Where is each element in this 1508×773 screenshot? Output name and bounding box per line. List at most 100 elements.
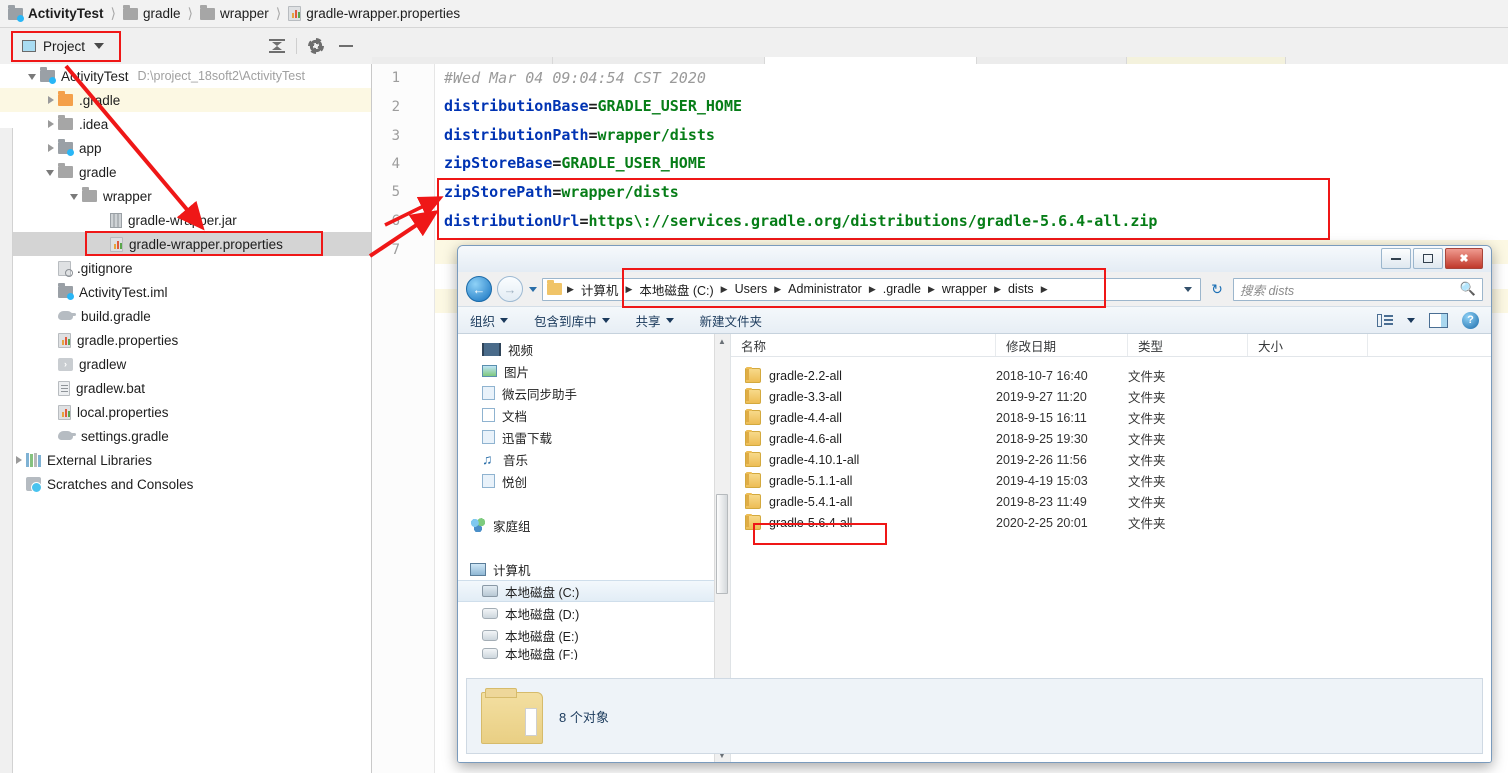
nav-label: 计算机 bbox=[493, 563, 531, 578]
chevron-right-icon[interactable] bbox=[44, 141, 58, 155]
tree-row-settings-gradle[interactable]: settings.gradle bbox=[0, 424, 371, 448]
organize-menu[interactable]: 组织 bbox=[470, 311, 509, 330]
screenshot-root: ActivityTest ⟩ gradle ⟩ wrapper ⟩ gradle… bbox=[0, 0, 1508, 773]
tree-row-gitignore[interactable]: .gitignore bbox=[0, 256, 371, 280]
properties-icon bbox=[288, 6, 302, 21]
forward-button[interactable]: → bbox=[497, 276, 523, 302]
nav-item-weiyun[interactable]: 微云同步助手 bbox=[458, 382, 730, 404]
tree-row-gradle[interactable]: gradle bbox=[0, 160, 371, 184]
breadcrumb-item-wrapper[interactable]: wrapper bbox=[198, 4, 271, 21]
maximize-button[interactable] bbox=[1413, 248, 1443, 269]
nav-item-drive-e[interactable]: 本地磁盘 (E:) bbox=[458, 624, 730, 646]
nav-item-homegroup[interactable]: 家庭组 bbox=[458, 514, 730, 536]
column-header-name[interactable]: 名称 bbox=[731, 334, 996, 356]
include-label: 包含到库中 bbox=[534, 314, 597, 329]
address-crumb-c-drive[interactable]: 本地磁盘 (C:) bbox=[637, 280, 715, 299]
address-crumb-dists[interactable]: dists bbox=[1006, 282, 1036, 296]
tree-row-gradle-wrapper-properties[interactable]: gradle-wrapper.properties bbox=[0, 232, 371, 256]
share-menu[interactable]: 共享 bbox=[636, 311, 674, 330]
chevron-right-icon[interactable] bbox=[12, 453, 26, 467]
nav-item-documents[interactable]: 文档 bbox=[458, 404, 730, 426]
breadcrumb-item-gradle[interactable]: gradle bbox=[121, 4, 183, 21]
tree-row-gradle-wrapper-jar[interactable]: gradle-wrapper.jar bbox=[0, 208, 371, 232]
tree-row-wrapper[interactable]: wrapper bbox=[0, 184, 371, 208]
chevron-down-icon[interactable] bbox=[68, 189, 82, 203]
file-row-gradle-5-6-4[interactable]: gradle-5.6.4-all 2020-2-25 20:01 文件夹 bbox=[731, 512, 1491, 533]
view-list-icon[interactable] bbox=[1377, 313, 1393, 327]
chevron-down-icon[interactable] bbox=[44, 165, 58, 179]
file-row-gradle-2-2[interactable]: gradle-2.2-all 2018-10-7 16:40 文件夹 bbox=[731, 365, 1491, 386]
scrollbar-thumb[interactable] bbox=[716, 494, 728, 594]
address-crumb-wrapper[interactable]: wrapper bbox=[940, 282, 989, 296]
preview-pane-icon[interactable] bbox=[1429, 312, 1448, 328]
address-bar[interactable]: ▶ 计算机 ▶ 本地磁盘 (C:) ▶ Users ▶ Administrato… bbox=[542, 277, 1201, 301]
include-in-library-menu[interactable]: 包含到库中 bbox=[534, 311, 610, 330]
file-row-gradle-3-3[interactable]: gradle-3.3-all 2019-9-27 11:20 文件夹 bbox=[731, 386, 1491, 407]
tree-row-external-libraries[interactable]: External Libraries bbox=[0, 448, 371, 472]
help-icon[interactable]: ? bbox=[1462, 311, 1479, 329]
file-row-gradle-5-4-1[interactable]: gradle-5.4.1-all 2019-8-23 11:49 文件夹 bbox=[731, 491, 1491, 512]
file-explorer-window[interactable]: ✖ ← → ▶ 计算机 ▶ 本地磁盘 (C:) ▶ Users ▶ Admini… bbox=[457, 245, 1492, 763]
tree-row-gradlew-bat[interactable]: gradlew.bat bbox=[0, 376, 371, 400]
refresh-button[interactable]: ↻ bbox=[1206, 278, 1228, 301]
nav-item-computer[interactable]: 计算机 bbox=[458, 558, 730, 580]
nav-item-drive-c[interactable]: 本地磁盘 (C:) bbox=[458, 580, 730, 602]
tree-row-build-gradle[interactable]: build.gradle bbox=[0, 304, 371, 328]
file-row-gradle-4-4[interactable]: gradle-4.4-all 2018-9-15 16:11 文件夹 bbox=[731, 407, 1491, 428]
file-row-gradle-4-10-1[interactable]: gradle-4.10.1-all 2019-2-26 11:56 文件夹 bbox=[731, 449, 1491, 470]
chevron-right-icon[interactable] bbox=[44, 93, 58, 107]
address-crumb-computer[interactable]: 计算机 bbox=[579, 280, 621, 299]
tree-row-gradle-properties[interactable]: gradle.properties bbox=[0, 328, 371, 352]
address-crumb-dotgradle[interactable]: .gradle bbox=[881, 282, 923, 296]
chevron-down-icon[interactable] bbox=[1407, 317, 1415, 323]
scroll-up-icon[interactable]: ▲ bbox=[716, 335, 728, 347]
file-modified: 2019-2-26 11:56 bbox=[996, 452, 1087, 467]
nav-item-thunder[interactable]: 迅雷下载 bbox=[458, 426, 730, 448]
new-folder-button[interactable]: 新建文件夹 bbox=[700, 311, 763, 330]
file-row-gradle-4-6[interactable]: gradle-4.6-all 2018-9-25 19:30 文件夹 bbox=[731, 428, 1491, 449]
nav-item-videos[interactable]: 视频 bbox=[458, 338, 730, 360]
search-input[interactable]: 搜索 dists 🔍 bbox=[1233, 277, 1483, 301]
settings-button[interactable] bbox=[301, 28, 331, 64]
tree-row-activitytest-iml[interactable]: ActivityTest.iml bbox=[0, 280, 371, 304]
breadcrumb-item-activitytest[interactable]: ActivityTest bbox=[6, 4, 106, 22]
tree-row-activitytest[interactable]: ActivityTest D:\project_18soft2\Activity… bbox=[0, 64, 371, 88]
close-button[interactable]: ✖ bbox=[1445, 248, 1483, 269]
address-crumb-administrator[interactable]: Administrator bbox=[786, 282, 864, 296]
file-type: 文件夹 bbox=[1128, 517, 1166, 531]
module-icon bbox=[8, 4, 24, 22]
recent-pages-icon[interactable] bbox=[529, 286, 537, 292]
editor-gutter[interactable]: 1 2 3 4 5 6 7 bbox=[372, 64, 435, 773]
back-button[interactable]: ← bbox=[466, 276, 492, 302]
minimize-button[interactable] bbox=[1381, 248, 1411, 269]
tree-row-scratches[interactable]: Scratches and Consoles bbox=[0, 472, 371, 496]
nav-item-drive-f[interactable]: 本地磁盘 (F:) bbox=[458, 646, 730, 660]
tree-row-app[interactable]: app bbox=[0, 136, 371, 160]
nav-item-drive-d[interactable]: 本地磁盘 (D:) bbox=[458, 602, 730, 624]
tree-row-dotgradle[interactable]: .gradle bbox=[0, 88, 371, 112]
nav-item-yuechuang[interactable]: 悦创 bbox=[458, 470, 730, 492]
folder-icon bbox=[745, 493, 761, 509]
computer-icon bbox=[470, 562, 486, 576]
file-row-gradle-5-1-1[interactable]: gradle-5.1.1-all 2019-4-19 15:03 文件夹 bbox=[731, 470, 1491, 491]
project-view-button[interactable]: Project bbox=[14, 32, 120, 60]
tree-row-gradlew[interactable]: › gradlew bbox=[0, 352, 371, 376]
chevron-down-icon[interactable] bbox=[26, 69, 40, 83]
hide-panel-button[interactable] bbox=[331, 28, 361, 64]
chevron-right-icon[interactable] bbox=[44, 117, 58, 131]
breadcrumb-item-file[interactable]: gradle-wrapper.properties bbox=[286, 6, 462, 21]
tree-row-local-properties[interactable]: local.properties bbox=[0, 400, 371, 424]
column-header-size[interactable]: 大小 bbox=[1248, 334, 1368, 356]
nav-item-pictures[interactable]: 图片 bbox=[458, 360, 730, 382]
nav-item-music[interactable]: ♫ 音乐 bbox=[458, 448, 730, 470]
tree-row-dotidea[interactable]: .idea bbox=[0, 112, 371, 136]
stripe-label-build-variants[interactable] bbox=[1, 328, 11, 331]
address-crumb-users[interactable]: Users bbox=[733, 282, 770, 296]
column-header-modified[interactable]: 修改日期 bbox=[996, 334, 1128, 356]
folder-icon bbox=[745, 430, 761, 446]
stripe-label-structure[interactable] bbox=[1, 134, 11, 137]
collapse-all-button[interactable] bbox=[262, 28, 292, 64]
address-dropdown-icon[interactable] bbox=[1184, 286, 1192, 292]
column-header-type[interactable]: 类型 bbox=[1128, 334, 1248, 356]
explorer-title-bar[interactable]: ✖ bbox=[458, 246, 1491, 272]
